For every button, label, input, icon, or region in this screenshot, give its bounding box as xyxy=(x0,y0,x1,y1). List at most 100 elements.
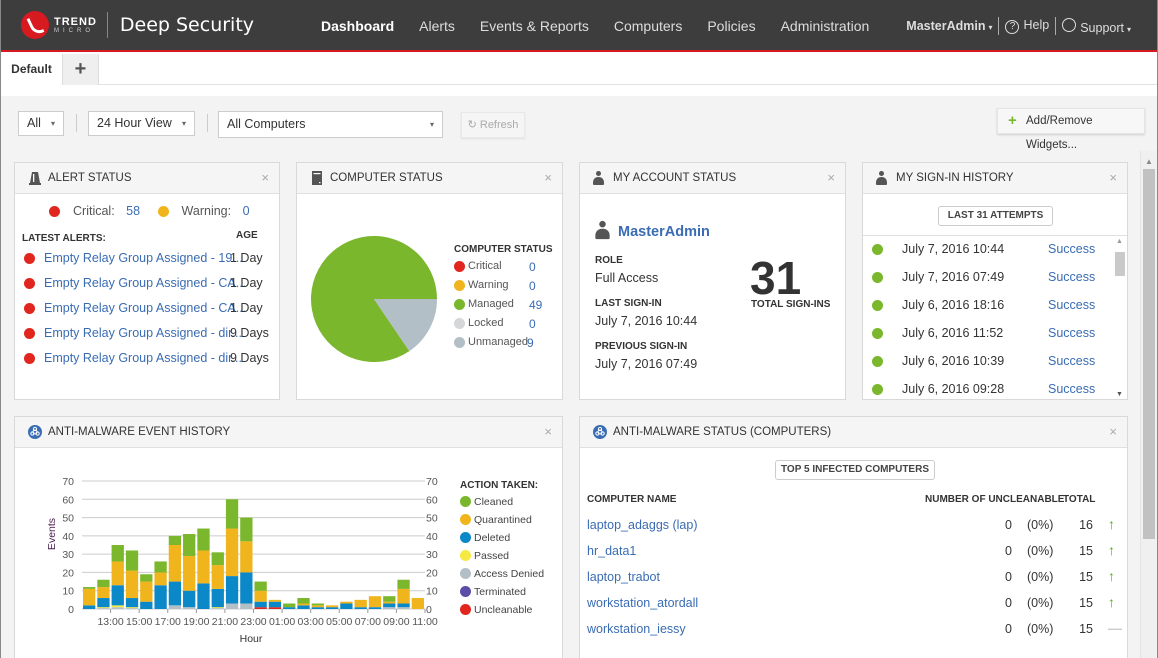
close-icon[interactable]: × xyxy=(544,163,552,193)
legend-value[interactable]: 0 xyxy=(529,317,536,331)
nav-policies[interactable]: Policies xyxy=(707,18,755,34)
bar-segment-passed[interactable] xyxy=(125,607,139,609)
bar-segment-deleted[interactable] xyxy=(297,605,310,609)
bar-segment-deleted[interactable] xyxy=(397,603,410,608)
username-link[interactable]: MasterAdmin xyxy=(618,224,710,240)
bar-segment-quarantined[interactable] xyxy=(411,598,424,609)
legend-item-terminated[interactable]: Terminated xyxy=(460,586,544,604)
bar-segment-cleaned[interactable] xyxy=(240,517,253,542)
legend-value[interactable]: 0 xyxy=(529,260,536,274)
bar-segment-deleted[interactable] xyxy=(183,590,196,608)
computer-name-link[interactable]: hr_data1 xyxy=(587,544,636,558)
bar-segment-quarantined[interactable] xyxy=(197,550,210,584)
bar-segment-access-denied[interactable] xyxy=(225,603,239,609)
bar-segment-deleted[interactable] xyxy=(140,601,153,609)
bar-segment-cleaned[interactable] xyxy=(125,550,139,571)
bar-segment-cleaned[interactable] xyxy=(211,552,224,566)
bar-segment-access-denied[interactable] xyxy=(397,607,410,609)
bar-segment-cleaned[interactable] xyxy=(111,545,124,562)
bar-segment-quarantined[interactable] xyxy=(354,599,367,608)
nav-dashboard[interactable]: Dashboard xyxy=(321,18,394,34)
bar-segment-cleaned[interactable] xyxy=(397,579,410,589)
scroll-up-icon[interactable]: ▲ xyxy=(1116,238,1123,245)
bar-segment-quarantined[interactable] xyxy=(225,528,239,577)
bar-segment-cleaned[interactable] xyxy=(183,534,196,556)
bar-segment-passed[interactable] xyxy=(211,607,224,609)
close-icon[interactable]: × xyxy=(1109,163,1117,193)
alert-row[interactable]: Empty Relay Group Assigned - 19... 1 Day xyxy=(24,251,279,276)
page-scrollbar[interactable]: ▲ xyxy=(1140,151,1157,658)
legend-value[interactable]: 49 xyxy=(529,298,542,312)
signin-result[interactable]: Success xyxy=(1048,354,1095,368)
bar-segment-deleted[interactable] xyxy=(254,601,267,608)
computer-name-link[interactable]: laptop_adaggs (lap) xyxy=(587,518,698,532)
alert-row[interactable]: Empty Relay Group Assigned - CA... 1 Day xyxy=(24,276,279,301)
signin-result[interactable]: Success xyxy=(1048,242,1095,256)
bar-segment-cleaned[interactable] xyxy=(383,596,396,602)
bar-segment-quarantined[interactable] xyxy=(368,596,382,608)
bar-segment-passed[interactable] xyxy=(111,605,124,608)
alert-link[interactable]: Empty Relay Group Assigned - dir... xyxy=(44,326,242,340)
close-icon[interactable]: × xyxy=(544,417,552,447)
bar-segment-deleted[interactable] xyxy=(111,585,124,606)
scrollbar-thumb[interactable] xyxy=(1143,169,1155,539)
bar-segment-deleted[interactable] xyxy=(154,585,167,609)
bar-segment-cleaned[interactable] xyxy=(140,574,153,582)
bar-segment-cleaned[interactable] xyxy=(83,587,96,589)
alert-link[interactable]: Empty Relay Group Assigned - dir... xyxy=(44,351,242,365)
bar-segment-cleaned[interactable] xyxy=(225,499,239,529)
legend-item-quarantined[interactable]: Quarantined xyxy=(460,514,544,532)
legend-item-access-denied[interactable]: Access Denied xyxy=(460,568,544,586)
bar-segment-deleted[interactable] xyxy=(340,603,353,609)
signin-result[interactable]: Success xyxy=(1048,270,1095,284)
bar-segment-quarantined[interactable] xyxy=(397,588,410,604)
nav-alerts[interactable]: Alerts xyxy=(419,18,455,34)
nav-administration[interactable]: Administration xyxy=(781,18,870,34)
last-attempts-filter-button[interactable]: LAST 31 ATTEMPTS xyxy=(938,206,1053,226)
close-icon[interactable]: × xyxy=(827,163,835,193)
close-icon[interactable]: × xyxy=(1109,417,1117,447)
warning-count[interactable]: 0 xyxy=(243,204,250,218)
signin-list-scrollbar[interactable]: ▲ ▼ xyxy=(1113,236,1127,399)
bar-segment-access-denied[interactable] xyxy=(125,608,139,609)
account-username[interactable]: MasterAdmin xyxy=(595,220,710,240)
signin-result[interactable]: Success xyxy=(1048,326,1095,340)
bar-segment-deleted[interactable] xyxy=(283,607,296,609)
bar-segment-access-denied[interactable] xyxy=(168,605,182,609)
bar-segment-access-denied[interactable] xyxy=(383,607,396,609)
bar-segment-cleaned[interactable] xyxy=(154,561,167,573)
bar-segment-deleted[interactable] xyxy=(197,583,210,609)
legend-item-passed[interactable]: Passed xyxy=(460,550,544,568)
bar-segment-access-denied[interactable] xyxy=(211,608,224,609)
scrollbar-thumb[interactable] xyxy=(1115,252,1125,276)
filter-select[interactable]: All ▾ xyxy=(18,111,64,136)
tab-default[interactable]: Default xyxy=(1,54,62,85)
bar-segment-access-denied[interactable] xyxy=(97,608,110,609)
bar-segment-uncleanable[interactable] xyxy=(254,607,267,609)
alert-link[interactable]: Empty Relay Group Assigned - 19... xyxy=(44,251,243,265)
signin-result[interactable]: Success xyxy=(1048,382,1095,396)
alert-link[interactable]: Empty Relay Group Assigned - CA... xyxy=(44,276,246,290)
add-tab-button[interactable]: + xyxy=(62,54,99,85)
refresh-button[interactable]: ↻ Refresh xyxy=(461,112,525,138)
time-view-select[interactable]: 24 Hour View ▾ xyxy=(88,111,195,136)
bar-segment-deleted[interactable] xyxy=(354,607,367,609)
bar-segment-deleted[interactable] xyxy=(168,581,182,606)
nav-events-reports[interactable]: Events & Reports xyxy=(480,18,589,34)
bar-segment-deleted[interactable] xyxy=(311,607,324,609)
bar-segment-cleaned[interactable] xyxy=(283,603,296,608)
computer-name-link[interactable]: workstation_atordall xyxy=(587,596,698,610)
bar-segment-quarantined[interactable] xyxy=(111,561,124,586)
bar-segment-access-denied[interactable] xyxy=(183,607,196,609)
bar-segment-cleaned[interactable] xyxy=(297,598,310,604)
bar-segment-deleted[interactable] xyxy=(268,601,282,608)
bar-segment-cleaned[interactable] xyxy=(311,603,324,606)
bar-segment-cleaned[interactable] xyxy=(168,535,182,545)
bar-segment-deleted[interactable] xyxy=(383,603,396,608)
bar-segment-quarantined[interactable] xyxy=(140,581,153,602)
computer-name-link[interactable]: workstation_iessy xyxy=(587,622,686,636)
close-icon[interactable]: × xyxy=(261,163,269,193)
user-menu[interactable]: MasterAdmin ▾ xyxy=(906,19,992,33)
bar-segment-uncleanable[interactable] xyxy=(268,607,282,609)
bar-segment-quarantined[interactable] xyxy=(340,601,353,604)
